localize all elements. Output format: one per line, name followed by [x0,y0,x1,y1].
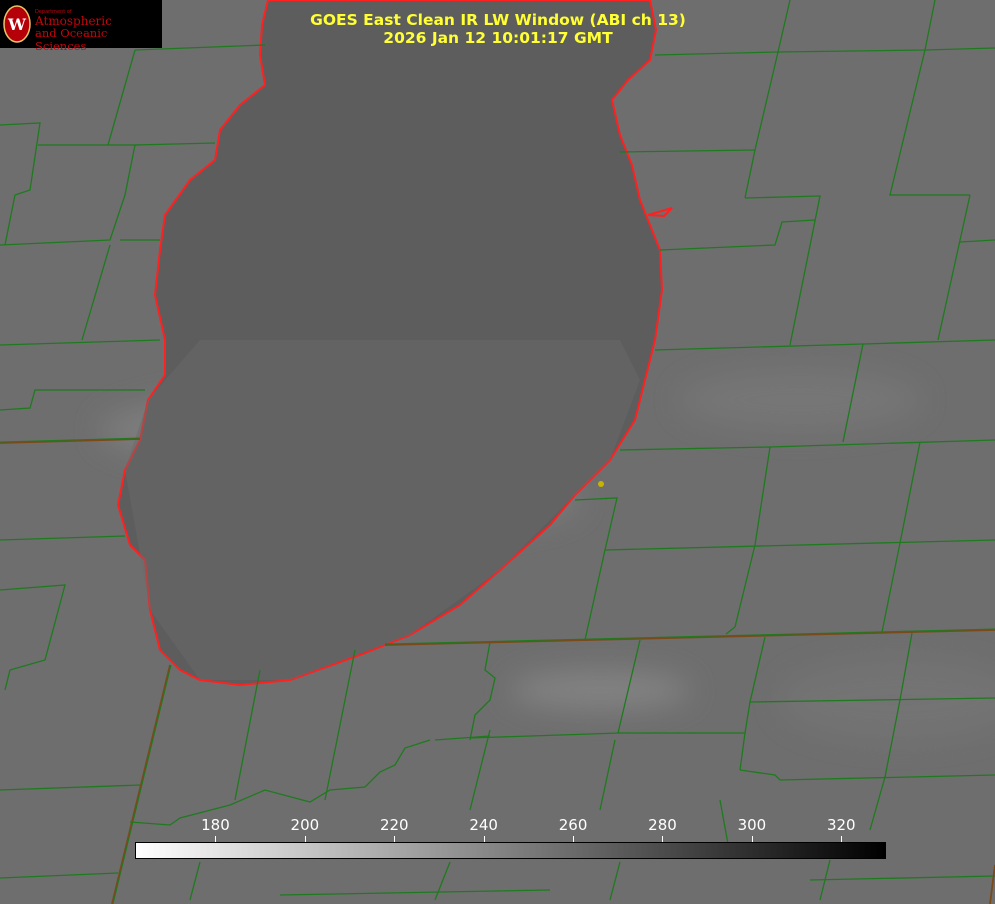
uw-seal-icon: W [3,5,31,43]
satellite-map [0,0,995,904]
colorbar-tick-label: 240 [469,816,498,834]
colorbar-tick-mark [751,836,753,842]
colorbar-tick-mark [483,836,485,842]
colorbar-tick-mark [841,836,843,842]
colorbar-tick-mark [573,836,575,842]
colorbar-tick-label: 320 [826,816,856,834]
image-title: GOES East Clean IR LW Window (ABI ch 13)… [300,11,696,47]
aos-logo: W Department of Atmospheric and Oceanic … [0,0,162,53]
colorbar-tick-mark [215,836,217,842]
colorbar-tick-mark [662,836,664,842]
colorbar-tick-mark [304,836,306,842]
colorbar-tick-label: 200 [290,816,320,834]
colorbar-tick-label: 220 [379,816,409,834]
colorbar-tick-mark [394,836,396,842]
colorbar-tick-label: 300 [737,816,767,834]
colorbar-tick-label: 280 [648,816,677,834]
site-marker [598,481,604,487]
colorbar-tick-label: 260 [558,816,588,834]
title-line1: GOES East Clean IR LW Window (ABI ch 13) [310,11,686,29]
svg-text:W: W [7,15,27,34]
title-line2: 2026 Jan 12 10:01:17 GMT [383,29,613,47]
logo-line2: and Oceanic Sciences [35,26,108,53]
colorbar-tick-label: 180 [201,816,230,834]
colorbar [135,842,886,859]
